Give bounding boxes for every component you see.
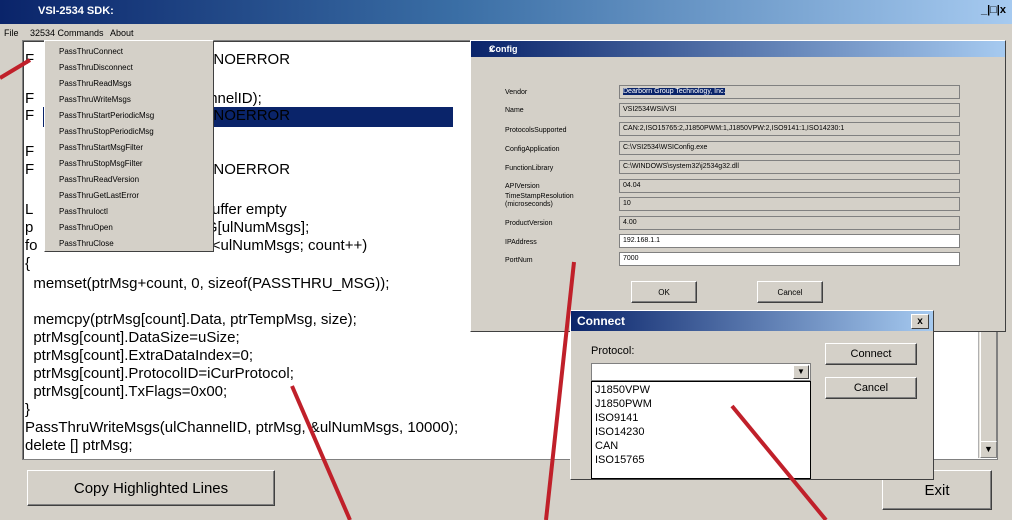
menu-item-passthru-stopmsgfilter[interactable]: PassThruStopMsgFilter xyxy=(59,159,143,168)
connect-title-bar[interactable]: Connect x xyxy=(571,311,933,331)
copy-highlighted-lines-button[interactable]: Copy Highlighted Lines xyxy=(27,470,275,506)
scrollbar-thumb[interactable] xyxy=(980,326,997,448)
field-label-protocols: ProtocolsSupported xyxy=(505,127,567,134)
code-line[interactable]: { xyxy=(25,255,30,273)
menu-item-passthru-open[interactable]: PassThruOpen xyxy=(59,223,113,232)
field-label-product-version: ProductVersion xyxy=(505,220,553,227)
field-label-config-app: ConfigApplication xyxy=(505,146,560,153)
config-title-bar[interactable]: Config x xyxy=(471,41,1005,57)
menu-item-passthru-connect[interactable]: PassThruConnect xyxy=(59,47,123,56)
connect-button[interactable]: Connect xyxy=(825,343,917,365)
field-value-vendor[interactable]: Dearborn Group Technology, Inc. xyxy=(619,85,960,99)
protocol-option[interactable]: ISO14230 xyxy=(595,426,645,438)
config-cancel-button[interactable]: Cancel xyxy=(757,281,823,303)
code-line[interactable]: F xyxy=(25,143,34,161)
menu-about[interactable]: About xyxy=(110,28,134,38)
field-value-product-version[interactable]: 4.00 xyxy=(619,216,960,230)
protocol-option[interactable]: ISO15765 xyxy=(595,454,645,466)
window-title: VSI-2534 SDK: xyxy=(38,5,114,17)
menu-item-passthru-disconnect[interactable]: PassThruDisconnect xyxy=(59,63,133,72)
code-line[interactable]: ptrMsg[count].ExtraDataIndex=0; xyxy=(25,347,253,365)
protocol-label: Protocol: xyxy=(591,345,635,357)
connect-title: Connect xyxy=(577,314,625,328)
ip-address-input[interactable]: 192.168.1.1 xyxy=(619,234,960,248)
menu-item-passthru-close[interactable]: PassThruClose xyxy=(59,239,114,248)
protocol-option[interactable]: J1850VPW xyxy=(595,384,650,396)
close-icon[interactable]: x xyxy=(489,44,1001,54)
code-line[interactable]: ptrMsg[count].TxFlags=0x00; xyxy=(25,383,227,401)
code-line[interactable]: memset(ptrMsg+count, 0, sizeof(PASSTHRU_… xyxy=(25,275,389,293)
menu-item-passthru-stopperiodicmsg[interactable]: PassThruStopPeriodicMsg xyxy=(59,127,154,136)
vendor-text: Dearborn Group Technology, Inc. xyxy=(623,88,726,95)
protocol-option[interactable]: J1850PWM xyxy=(595,398,652,410)
main-title-bar[interactable]: VSI-2534 SDK: _|□|x xyxy=(0,0,1012,24)
field-label-function-library: FunctionLibrary xyxy=(505,165,554,172)
config-dialog: Config x Vendor Dearborn Group Technolog… xyxy=(470,40,1006,332)
close-icon[interactable]: x xyxy=(911,314,929,329)
menu-item-passthru-ioctl[interactable]: PassThruIoctl xyxy=(59,207,108,216)
menu-item-passthru-readversion[interactable]: PassThruReadVersion xyxy=(59,175,139,184)
field-label-api-version: APIVersion xyxy=(505,183,540,190)
commands-dropdown-menu: PassThruConnect PassThruDisconnect PassT… xyxy=(44,40,214,252)
connect-cancel-button[interactable]: Cancel xyxy=(825,377,917,399)
field-value-timestamp[interactable]: 10 xyxy=(619,197,960,211)
window-controls[interactable]: _|□|x xyxy=(981,4,1006,16)
field-value-function-library[interactable]: C:\WINDOWS\system32\j2534g32.dll xyxy=(619,160,960,174)
field-value-api-version[interactable]: 04.04 xyxy=(619,179,960,193)
field-label-vendor: Vendor xyxy=(505,89,528,96)
field-value-protocols[interactable]: CAN:2,ISO15765:2,J1850PWM:1,J1850VPW:2,I… xyxy=(619,122,960,136)
menu-item-passthru-startperiodicmsg[interactable]: PassThruStartPeriodicMsg xyxy=(59,111,154,120)
menu-file[interactable]: File xyxy=(4,28,19,38)
scroll-down-icon[interactable]: ▼ xyxy=(980,441,997,458)
protocol-options-list: J1850VPW J1850PWM ISO9141 ISO14230 CAN I… xyxy=(591,381,811,479)
field-label-ip-address: IPAddress xyxy=(505,239,537,246)
field-value-name[interactable]: VSI2534WSI/VSI xyxy=(619,103,960,117)
port-num-input[interactable]: 7000 xyxy=(619,252,960,266)
chevron-down-icon[interactable]: ▼ xyxy=(793,365,809,379)
field-label-timestamp: TimeStampResolution (microseconds) xyxy=(505,193,574,208)
connect-dialog: Connect x Protocol: ▼ J1850VPW J1850PWM … xyxy=(570,310,934,480)
field-label-name: Name xyxy=(505,107,524,114)
protocol-option[interactable]: CAN xyxy=(595,440,618,452)
protocol-option[interactable]: ISO9141 xyxy=(595,412,638,424)
protocol-select[interactable]: ▼ xyxy=(591,363,811,381)
code-line[interactable]: } xyxy=(25,401,30,419)
code-line[interactable]: ptrMsg[count].DataSize=uSize; xyxy=(25,329,239,347)
menu-item-passthru-writemsgs[interactable]: PassThruWriteMsgs xyxy=(59,95,131,104)
code-line[interactable]: delete [] ptrMsg; xyxy=(25,437,133,455)
code-line[interactable]: ptrMsg[count].ProtocolID=iCurProtocol; xyxy=(25,365,294,383)
menu-item-passthru-readmsgs[interactable]: PassThruReadMsgs xyxy=(59,79,131,88)
code-line[interactable]: memcpy(ptrMsg[count].Data, ptrTempMsg, s… xyxy=(25,311,356,329)
code-line[interactable]: PassThruWriteMsgs(ulChannelID, ptrMsg, &… xyxy=(25,419,458,437)
field-label-port-num: PortNum xyxy=(505,257,533,264)
menu-32534-commands[interactable]: 32534 Commands xyxy=(30,28,104,38)
ok-button[interactable]: OK xyxy=(631,281,697,303)
menu-item-passthru-getlasterror[interactable]: PassThruGetLastError xyxy=(59,191,139,200)
menu-item-passthru-startmsgfilter[interactable]: PassThruStartMsgFilter xyxy=(59,143,143,152)
field-value-config-app[interactable]: C:\VSI2534\WSIConfig.exe xyxy=(619,141,960,155)
